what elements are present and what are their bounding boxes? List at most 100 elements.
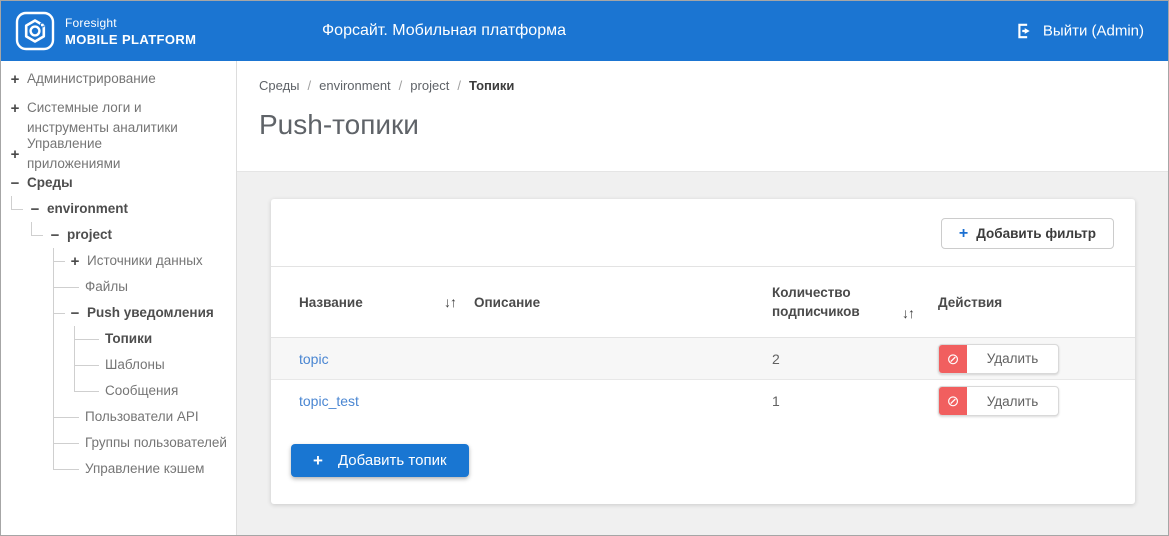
- add-topic-button[interactable]: + Добавить топик: [291, 444, 469, 477]
- plus-icon: +: [70, 252, 80, 270]
- tree-connector: [53, 261, 65, 262]
- breadcrumb: Среды / environment / project / Топики: [259, 78, 1168, 93]
- sidebar-item-api-users[interactable]: Пользователи API: [1, 404, 236, 430]
- tree-connector: [11, 196, 12, 209]
- sidebar-item-label: Администрирование: [27, 71, 156, 86]
- delete-button[interactable]: ⊘ Удалить: [938, 343, 1059, 374]
- sidebar-item-push-notifications[interactable]: − Push уведомления: [1, 300, 236, 326]
- topics-card: + Добавить фильтр Название ↓↑ Описание К…: [271, 199, 1135, 504]
- sidebar-item-system-logs[interactable]: + Системные логи и инструменты аналитики: [1, 95, 236, 138]
- tree-connector: [74, 365, 99, 366]
- column-label: Действия: [938, 294, 1003, 310]
- main-content: Среды / environment / project / Топики P…: [237, 61, 1168, 535]
- minus-icon: −: [50, 226, 60, 244]
- sidebar-item-files[interactable]: Файлы: [1, 274, 236, 300]
- sidebar-nav: + Администрирование + Системные логи и и…: [1, 61, 237, 535]
- sidebar-item-label: project: [67, 227, 113, 242]
- breadcrumb-item-topics: Топики: [468, 78, 515, 93]
- column-label: Название: [299, 294, 363, 310]
- breadcrumb-item-environment[interactable]: environment: [319, 78, 391, 93]
- breadcrumb-separator: /: [457, 78, 461, 93]
- plus-icon: +: [10, 145, 20, 163]
- sidebar-item-administration[interactable]: + Администрирование: [1, 66, 236, 92]
- sidebar-item-messages[interactable]: Сообщения: [1, 378, 236, 404]
- minus-icon: −: [10, 174, 20, 192]
- sidebar-item-label: Push уведомления: [87, 305, 214, 320]
- column-label: Количество подписчиков: [772, 285, 860, 319]
- sidebar-item-label: Системные логи и инструменты аналитики: [27, 100, 178, 135]
- sort-icon[interactable]: ↓↑: [902, 305, 915, 321]
- plus-icon: +: [958, 224, 969, 242]
- tree-connector: [74, 391, 99, 392]
- logout-button[interactable]: Выйти (Admin): [1016, 23, 1144, 40]
- add-filter-button[interactable]: + Добавить фильтр: [940, 218, 1114, 249]
- add-topic-label: Добавить топик: [337, 452, 447, 469]
- tree-connector: [53, 417, 79, 418]
- page-header: Среды / environment / project / Топики P…: [237, 61, 1168, 171]
- topic-link[interactable]: topic: [299, 351, 329, 367]
- minus-icon: −: [70, 304, 80, 322]
- sidebar-item-label: Группы пользователей: [85, 435, 227, 450]
- tree-connector: [53, 469, 79, 470]
- tree-connector: [53, 378, 54, 404]
- prohibit-icon: ⊘: [939, 387, 967, 415]
- tree-connector: [11, 209, 23, 210]
- sidebar-item-data-sources[interactable]: + Источники данных: [1, 248, 236, 274]
- tree-connector: [31, 235, 43, 236]
- column-label: Описание: [474, 294, 541, 310]
- logo-line2: MOBILE PLATFORM: [65, 31, 197, 47]
- prohibit-icon: ⊘: [939, 344, 967, 373]
- column-header-name[interactable]: Название ↓↑: [299, 294, 474, 310]
- tree-connector: [53, 287, 79, 288]
- logo-line1: Foresight: [65, 15, 117, 30]
- card-toolbar: + Добавить фильтр: [271, 199, 1135, 266]
- add-filter-label: Добавить фильтр: [976, 226, 1096, 241]
- delete-button-label: Удалить: [986, 351, 1039, 366]
- breadcrumb-item-environments[interactable]: Среды: [259, 78, 300, 93]
- breadcrumb-separator: /: [398, 78, 403, 93]
- sidebar-item-app-management[interactable]: + Управление приложениями: [1, 136, 236, 171]
- logout-icon: [1018, 23, 1030, 39]
- sidebar-item-label: Среды: [27, 175, 73, 190]
- tree-connector: [53, 352, 54, 378]
- column-header-subscribers[interactable]: Количество подписчиков ↓↑: [772, 283, 938, 321]
- plus-icon: +: [10, 100, 20, 117]
- tree-connector: [53, 326, 54, 352]
- app-logo[interactable]: Foresight MOBILE PLATFORM: [1, 11, 196, 51]
- tree-connector: [53, 443, 79, 444]
- app-window: Foresight MOBILE PLATFORM Форсайт. Мобил…: [0, 0, 1169, 536]
- sidebar-item-label: Управление кэшем: [85, 461, 205, 476]
- tree-connector: [31, 222, 32, 235]
- app-header: Foresight MOBILE PLATFORM Форсайт. Мобил…: [1, 1, 1168, 61]
- tree-connector: [53, 313, 65, 314]
- breadcrumb-separator: /: [307, 78, 312, 93]
- sidebar-item-user-groups[interactable]: Группы пользователей: [1, 430, 236, 456]
- sidebar-item-templates[interactable]: Шаблоны: [1, 352, 236, 378]
- sort-icon[interactable]: ↓↑: [444, 294, 457, 310]
- sidebar-item-environment[interactable]: − environment: [1, 196, 236, 222]
- table-header-row: Название ↓↑ Описание Количество подписчи…: [271, 267, 1135, 338]
- subscribers-cell: 1: [772, 393, 780, 409]
- subscribers-cell: 2: [772, 350, 780, 367]
- sidebar-item-label: Пользователи API: [85, 409, 199, 424]
- minus-icon: −: [30, 200, 40, 218]
- tree-connector: [53, 456, 54, 469]
- sidebar-item-label: Сообщения: [105, 383, 179, 398]
- topic-link[interactable]: topic_test: [299, 393, 359, 409]
- sidebar-item-label: Шаблоны: [105, 357, 165, 372]
- app-title: Форсайт. Мобильная платформа: [322, 22, 566, 39]
- delete-button-label: Удалить: [986, 393, 1039, 409]
- sidebar-item-project[interactable]: − project: [1, 222, 236, 248]
- foresight-logo-icon: [15, 11, 55, 51]
- breadcrumb-item-project[interactable]: project: [410, 78, 449, 93]
- sidebar-item-label: Источники данных: [87, 253, 203, 268]
- content-area: + Добавить фильтр Название ↓↑ Описание К…: [237, 171, 1168, 535]
- delete-button[interactable]: ⊘ Удалить: [938, 386, 1059, 416]
- sidebar-item-environments[interactable]: − Среды: [1, 170, 236, 196]
- sidebar-item-cache-management[interactable]: Управление кэшем: [1, 456, 236, 482]
- tree-connector: [74, 378, 75, 391]
- sidebar-item-topics[interactable]: Топики: [1, 326, 236, 352]
- sidebar-item-label: environment: [47, 201, 129, 216]
- tree-connector: [74, 339, 99, 340]
- sidebar-item-label: Топики: [105, 331, 153, 346]
